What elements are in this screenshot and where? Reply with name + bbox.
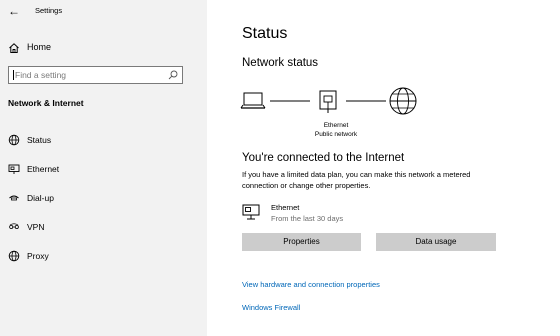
sidebar-item-label: Proxy (27, 251, 49, 261)
globe-icon (8, 134, 20, 146)
ethernet-adapter-icon (319, 90, 337, 113)
sidebar-item-ethernet[interactable]: Ethernet (0, 159, 207, 181)
internet-globe-icon (389, 87, 417, 115)
home-label: Home (27, 42, 52, 52)
app-title: Settings (35, 6, 63, 15)
sidebar-item-label: VPN (27, 222, 45, 232)
search-box[interactable] (8, 66, 183, 84)
back-button[interactable]: ← (8, 4, 20, 18)
main-content: Status Network status Ethernet Public ne… (207, 0, 560, 336)
sidebar-item-vpn[interactable]: VPN (0, 217, 207, 239)
data-usage-button[interactable]: Data usage (376, 233, 496, 251)
vpn-icon (9, 223, 19, 230)
properties-button[interactable]: Properties (242, 233, 361, 251)
text-cursor (13, 70, 14, 80)
sidebar-item-label: Ethernet (27, 164, 60, 174)
network-status-heading: Network status (242, 57, 319, 69)
search-input[interactable] (15, 67, 163, 83)
proxy-icon (8, 250, 20, 262)
ethernet-icon (8, 164, 20, 174)
page-title: Status (242, 25, 288, 42)
view-hardware-properties-link[interactable]: View hardware and connection properties (242, 280, 380, 289)
search-icon[interactable] (168, 70, 178, 80)
dial-up-icon (9, 195, 19, 201)
ethernet-connection-icon (242, 204, 260, 220)
section-title: Network & Internet (8, 98, 84, 108)
sidebar-item-label: Status (27, 135, 52, 145)
usage-period: From the last 30 days (271, 214, 344, 223)
windows-firewall-link[interactable]: Windows Firewall (242, 303, 300, 312)
home-icon (9, 43, 19, 53)
sidebar-item-status[interactable]: Status (0, 130, 207, 152)
sidebar-item-label: Dial-up (27, 193, 54, 203)
sidebar-item-dial-up[interactable]: Dial-up (0, 188, 207, 210)
network-profile-label: Public network (314, 131, 358, 138)
computer-icon (240, 92, 266, 109)
connection-name: Ethernet (271, 203, 300, 212)
adapter-name-label: Ethernet (323, 122, 349, 129)
title-bar: ← Settings (0, 0, 207, 26)
sidebar-item-proxy[interactable]: Proxy (0, 246, 207, 268)
sidebar: ← Settings Home Network & Internet Statu… (0, 0, 207, 336)
connected-heading: You're connected to the Internet (242, 152, 405, 164)
connection-description: If you have a limited data plan, you can… (242, 170, 471, 190)
home-nav-item[interactable]: Home (0, 36, 207, 60)
